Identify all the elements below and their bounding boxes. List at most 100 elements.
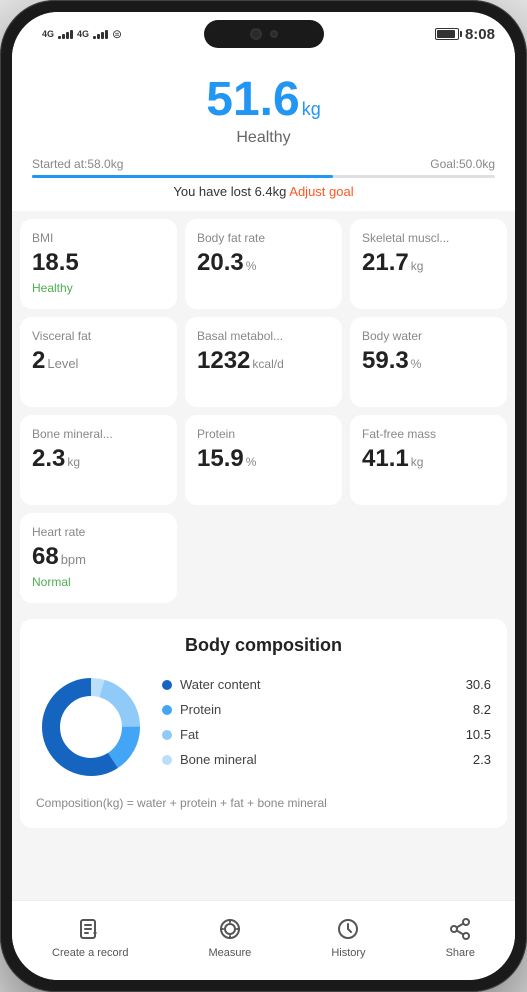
metric-card-7[interactable]: Protein 15.9% — [185, 415, 342, 505]
metric-label-7: Protein — [197, 427, 330, 441]
status-time: 8:08 — [465, 26, 495, 43]
phone-screen: 4G 4G ⊜ 8 — [12, 12, 515, 980]
composition-section: Body composition — [20, 619, 507, 828]
metric-unit-1: % — [246, 259, 257, 273]
legend-value-1: 8.2 — [473, 702, 491, 717]
metric-unit-5: % — [411, 357, 422, 371]
metric-value-9: 68 — [32, 543, 59, 571]
lost-text: You have lost 6.4kg Adjust goal — [32, 184, 495, 199]
metric-value-1: 20.3 — [197, 249, 244, 277]
metric-value-3: 2 — [32, 347, 45, 375]
nav-label-3: Share — [446, 947, 475, 959]
edit-icon — [76, 915, 104, 943]
legend-value-0: 30.6 — [466, 677, 491, 692]
legend-value-2: 10.5 — [466, 727, 491, 742]
status-bar: 4G 4G ⊜ 8 — [12, 12, 515, 56]
metric-card-3[interactable]: Visceral fat 2Level — [20, 317, 177, 407]
metric-value-5: 59.3 — [362, 347, 409, 375]
signal-group: 4G 4G ⊜ — [42, 27, 122, 41]
metric-card-5[interactable]: Body water 59.3% — [350, 317, 507, 407]
metric-card-8[interactable]: Fat-free mass 41.1kg — [350, 415, 507, 505]
legend-name-2: Fat — [180, 727, 199, 742]
legend-name-3: Bone mineral — [180, 752, 257, 767]
legend-item-1: Protein 8.2 — [162, 702, 491, 717]
progress-bar — [32, 175, 495, 178]
metric-card-4[interactable]: Basal metabol... 1232kcal/d — [185, 317, 342, 407]
nav-item-edit[interactable]: Create a record — [40, 911, 140, 963]
lost-amount: You have lost 6.4kg — [173, 184, 286, 199]
weight-display: 51.6 kg — [32, 72, 495, 127]
share-icon — [446, 915, 474, 943]
weight-header: 51.6 kg Healthy Started at:58.0kg Goal:5… — [12, 56, 515, 211]
composition-title: Body composition — [36, 635, 491, 656]
metric-label-3: Visceral fat — [32, 329, 165, 343]
metric-label-5: Body water — [362, 329, 495, 343]
signal-bars-2 — [93, 30, 108, 39]
metric-unit-9: bpm — [61, 552, 86, 567]
composition-content: Water content30.6 Protein 8.2 Fat 10.5 Bone m… — [36, 672, 491, 782]
metric-unit-7: % — [246, 455, 257, 469]
legend-value-3: 2.3 — [473, 752, 491, 767]
nav-item-history[interactable]: History — [319, 911, 377, 963]
metrics-grid: BMI 18.5 Healthy Body fat rate 20.3% Skeletal… — [12, 211, 515, 611]
metric-label-8: Fat-free mass — [362, 427, 495, 441]
legend-dot-2 — [162, 730, 172, 740]
metric-label-0: BMI — [32, 231, 165, 245]
nav-label-0: Create a record — [52, 947, 128, 959]
metric-value-8: 41.1 — [362, 445, 409, 473]
metric-status-9: Normal — [32, 575, 165, 589]
battery-time-group: 8:08 — [435, 26, 495, 43]
progress-section: Started at:58.0kg Goal:50.0kg — [32, 157, 495, 178]
metric-label-4: Basal metabol... — [197, 329, 330, 343]
metric-unit-4: kcal/d — [252, 357, 283, 371]
measure-icon — [216, 915, 244, 943]
wifi-icon: ⊜ — [112, 27, 122, 41]
metric-unit-8: kg — [411, 455, 424, 469]
camera-lens-2 — [270, 30, 278, 38]
legend-item-0: Water content30.6 — [162, 677, 491, 692]
main-content: 51.6 kg Healthy Started at:58.0kg Goal:5… — [12, 56, 515, 900]
legend-dot-0 — [162, 680, 172, 690]
camera-notch — [204, 20, 324, 48]
signal-bars-1 — [58, 30, 73, 39]
donut-chart — [36, 672, 146, 782]
metric-value-2: 21.7 — [362, 249, 409, 277]
metric-card-9[interactable]: Heart rate 68bpm Normal — [20, 513, 177, 603]
metric-value-4: 1232 — [197, 347, 250, 375]
history-icon — [334, 915, 362, 943]
metric-card-6[interactable]: Bone mineral...2.3kg — [20, 415, 177, 505]
metric-card-0[interactable]: BMI 18.5 Healthy — [20, 219, 177, 309]
nav-label-2: History — [331, 947, 365, 959]
battery-icon — [435, 28, 459, 40]
metric-card-1[interactable]: Body fat rate 20.3% — [185, 219, 342, 309]
legend-dot-1 — [162, 705, 172, 715]
legend-item-2: Fat 10.5 — [162, 727, 491, 742]
metric-label-2: Skeletal muscl... — [362, 231, 495, 245]
metric-value-6: 2.3 — [32, 445, 65, 473]
nav-item-measure[interactable]: Measure — [196, 911, 263, 963]
composition-legend: Water content30.6 Protein 8.2 Fat 10.5 Bone m… — [162, 677, 491, 777]
goal-label: Goal:50.0kg — [430, 157, 495, 171]
metric-value-7: 15.9 — [197, 445, 244, 473]
metric-unit-6: kg — [67, 455, 80, 469]
legend-dot-3 — [162, 755, 172, 765]
nav-item-share[interactable]: Share — [434, 911, 487, 963]
weight-unit: kg — [302, 99, 321, 120]
composition-formula: Composition(kg) = water + protein + fat … — [36, 794, 491, 812]
start-label: Started at:58.0kg — [32, 157, 123, 171]
legend-name-1: Protein — [180, 702, 221, 717]
metric-label-9: Heart rate — [32, 525, 165, 539]
signal-2-label: 4G — [77, 29, 89, 39]
metric-unit-3: Level — [47, 356, 78, 371]
bottom-nav: Create a record Measure History Share — [12, 900, 515, 980]
progress-labels: Started at:58.0kg Goal:50.0kg — [32, 157, 495, 171]
nav-label-1: Measure — [208, 947, 251, 959]
metric-status-0: Healthy — [32, 281, 165, 295]
metric-value-0: 18.5 — [32, 249, 79, 277]
weight-value: 51.6 — [206, 72, 299, 127]
metric-label-1: Body fat rate — [197, 231, 330, 245]
signal-1-label: 4G — [42, 29, 54, 39]
adjust-goal-link[interactable]: Adjust goal — [289, 184, 353, 199]
metric-card-2[interactable]: Skeletal muscl...21.7kg — [350, 219, 507, 309]
camera-lens-1 — [250, 28, 262, 40]
